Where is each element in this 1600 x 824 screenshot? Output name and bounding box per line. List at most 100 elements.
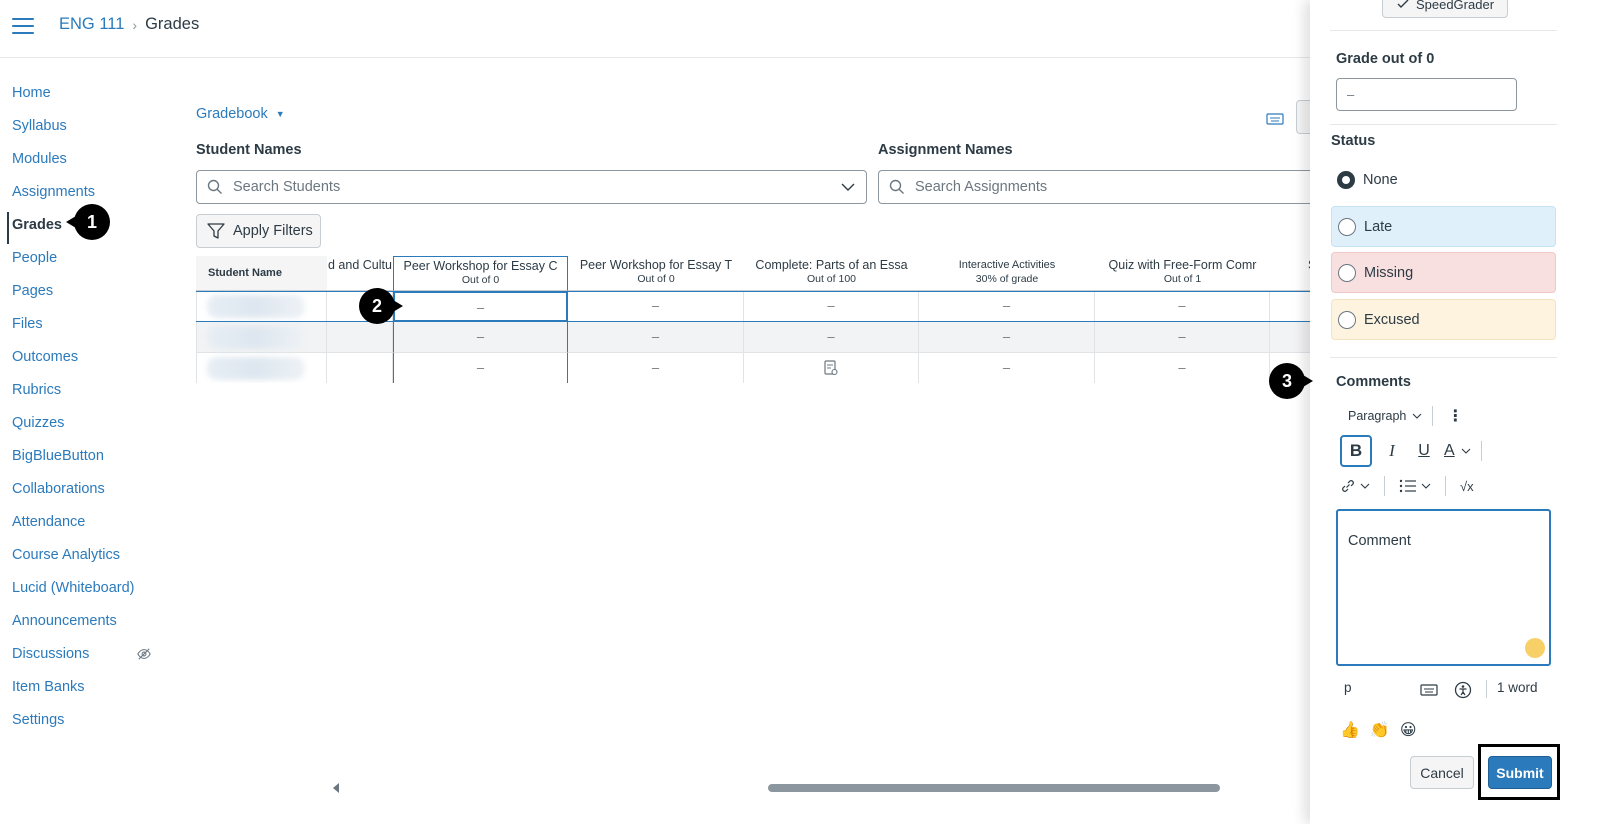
search-assignments-placeholder: Search Assignments [915,179,1048,195]
grade-cell[interactable]: – [393,353,568,383]
element-path[interactable]: p [1344,680,1352,695]
list-button[interactable] [1399,479,1431,493]
nav-item-files[interactable]: Files [0,313,180,346]
grid-horizontal-scrollbar[interactable] [330,782,1310,794]
column-header-peer-workshop-t[interactable]: Peer Workshop for Essay T Out of 0 [568,256,744,291]
nav-item-people[interactable]: People [0,247,180,280]
grade-cell[interactable] [327,322,393,353]
keyboard-icon[interactable] [1420,682,1438,696]
nav-item-settings[interactable]: Settings [0,709,180,742]
grade-cell[interactable]: – [1095,353,1270,383]
nav-item-item-banks[interactable]: Item Banks [0,676,180,709]
nav-item-modules[interactable]: Modules [0,148,180,181]
grade-cell[interactable]: – [1095,291,1270,322]
comment-editor[interactable]: Comment [1336,509,1551,666]
column-header-peer-workshop-c[interactable]: Peer Workshop for Essay C Out of 0 [393,256,568,291]
grade-cell[interactable]: – [568,353,744,383]
grade-cell[interactable] [1270,322,1310,353]
search-students-input[interactable]: Search Students [196,170,867,204]
status-late-radio[interactable]: Late [1331,206,1556,247]
equation-icon[interactable]: √x [1460,479,1474,494]
speedgrader-button[interactable]: SpeedGrader [1382,0,1508,18]
chevron-down-icon[interactable] [840,179,856,195]
nav-item-discussions[interactable]: Discussions [0,643,180,676]
column-title: Interactive Activities [958,259,1056,271]
student-name-cell[interactable] [196,322,327,353]
grade-cell[interactable]: – [919,291,1095,322]
scroll-left-arrow-icon[interactable] [333,783,339,793]
grade-cell[interactable] [327,353,393,383]
italic-button[interactable]: I [1380,435,1404,467]
eye-slash-icon [137,648,151,660]
nav-item-rubrics[interactable]: Rubrics [0,379,180,412]
bold-button[interactable]: B [1340,435,1372,467]
cancel-button[interactable]: Cancel [1410,756,1474,789]
grade-cell[interactable]: – [744,291,919,322]
divider [1330,30,1557,31]
grade-cell[interactable] [744,353,919,383]
student-name-cell[interactable] [196,291,327,322]
grade-cell[interactable]: – [744,322,919,353]
nav-item-quizzes[interactable]: Quizzes [0,412,180,445]
column-header-student-name[interactable]: Student Name [196,256,327,291]
nav-item-attendance[interactable]: Attendance [0,511,180,544]
grinning-face-emoji-icon[interactable]: 😀 [1400,720,1417,740]
nav-item-announcements[interactable]: Announcements [0,610,180,643]
hamburger-menu-icon[interactable] [12,18,34,36]
block-format-dropdown[interactable]: Paragraph [1340,409,1430,423]
divider [1330,357,1557,358]
search-icon [207,179,222,194]
status-option-label: Missing [1364,264,1414,281]
thumbs-up-emoji-icon[interactable]: 👍 [1340,720,1360,740]
radio-icon [1338,310,1356,329]
search-assignments-input[interactable]: Search Assignments [878,170,1338,204]
column-header-quiz-free-form[interactable]: Quiz with Free-Form Comr Out of 1 [1095,256,1270,291]
nav-item-collaborations[interactable]: Collaborations [0,478,180,511]
column-header-interactive-activities[interactable]: Interactive Activities 30% of grade [919,256,1095,291]
speedgrader-label: SpeedGrader [1415,0,1495,12]
nav-item-lucid-whiteboard[interactable]: Lucid (Whiteboard) [0,577,180,610]
nav-item-home[interactable]: Home [0,82,180,115]
nav-item-pages[interactable]: Pages [0,280,180,313]
column-header-partial[interactable]: S [1270,256,1310,291]
status-missing-radio[interactable]: Missing [1331,252,1556,293]
keyboard-shortcuts-icon[interactable] [1266,110,1284,126]
apply-filters-button[interactable]: Apply Filters [196,214,321,248]
emoji-quick-picks: 👍 👏 😀 [1340,720,1417,740]
more-options-icon[interactable]: ⋮ [1445,406,1465,426]
nav-item-course-analytics[interactable]: Course Analytics [0,544,180,577]
nav-item-syllabus[interactable]: Syllabus [0,115,180,148]
grade-cell[interactable]: – [393,322,568,353]
column-header-assignment[interactable]: d and Cultu [327,256,393,291]
column-header-parts-of-essay[interactable]: Complete: Parts of an Essa Out of 100 [744,256,919,291]
emoji-picker-icon[interactable] [1525,638,1545,658]
accessibility-checker-icon[interactable] [1454,681,1472,699]
grade-cell[interactable]: – [919,322,1095,353]
rce-toolbar-row-1: Paragraph ⋮ [1340,406,1465,426]
search-students-placeholder: Search Students [233,179,341,195]
status-excused-radio[interactable]: Excused [1331,299,1556,340]
grade-cell[interactable]: – [919,353,1095,383]
editor-status-bar: p 1 word [1342,680,1560,700]
text-color-button[interactable]: A [1444,435,1471,467]
gradebook-menu[interactable]: Gradebook ▼ [196,106,285,122]
nav-item-bigbluebutton[interactable]: BigBlueButton [0,445,180,478]
submit-button[interactable]: Submit [1488,756,1552,789]
grade-cell[interactable]: – [568,291,744,322]
divider [1330,124,1557,125]
grade-cell[interactable]: – [568,322,744,353]
grade-input[interactable]: – [1336,78,1517,111]
student-name-cell[interactable] [196,353,327,383]
status-none-radio[interactable]: None [1331,159,1556,200]
column-subtitle: Out of 100 [806,273,857,285]
nav-item-outcomes[interactable]: Outcomes [0,346,180,379]
grade-detail-tray: SpeedGrader Grade out of 0 – Status None… [1310,0,1600,824]
grade-cell[interactable] [1270,291,1310,322]
link-button[interactable] [1340,478,1370,494]
grade-cell[interactable]: – [1095,322,1270,353]
clapping-hands-emoji-icon[interactable]: 👏 [1370,720,1390,740]
grade-cell-selected[interactable]: – [393,291,568,322]
underline-button[interactable]: U [1412,435,1436,467]
scrollbar-thumb[interactable] [768,784,1220,792]
breadcrumb-course-link[interactable]: ENG 111 [59,15,124,34]
